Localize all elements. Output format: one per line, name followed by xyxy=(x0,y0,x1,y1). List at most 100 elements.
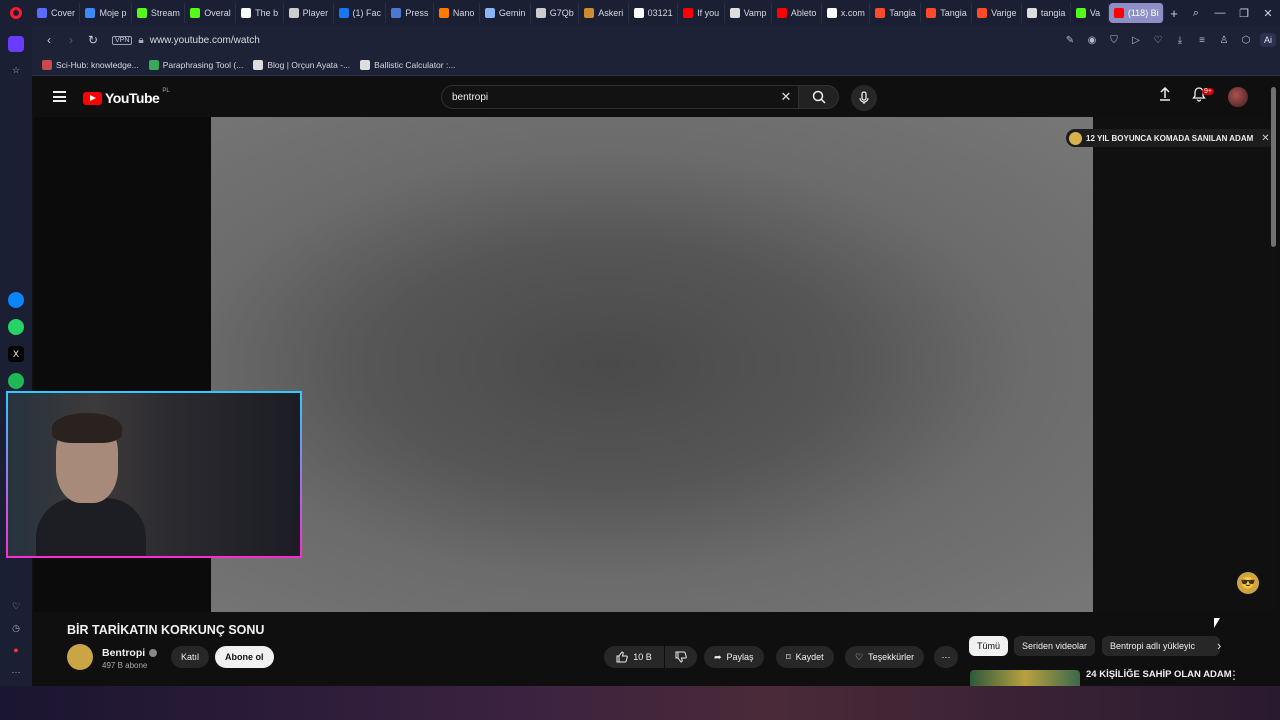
channel-avatar[interactable] xyxy=(67,644,93,670)
channel-name[interactable]: Bentropi xyxy=(102,647,158,659)
upload-icon[interactable] xyxy=(1158,87,1172,101)
menu-icon[interactable]: ≡ xyxy=(1192,35,1212,46)
browser-tab[interactable]: Nano xyxy=(434,3,480,23)
recommendation-menu-icon[interactable]: ⋮ xyxy=(1228,668,1240,682)
forward-button[interactable]: › xyxy=(60,33,82,47)
url-field[interactable]: www.youtube.com/watch xyxy=(150,35,1060,46)
extension-icon[interactable]: ⬡ xyxy=(1236,35,1256,46)
more-actions-button[interactable]: ⋯ xyxy=(934,646,958,668)
share-button[interactable]: ➦ Paylaş xyxy=(704,646,764,668)
browser-tab[interactable]: Player xyxy=(284,3,334,23)
browser-tab[interactable]: tangia xyxy=(1022,3,1071,23)
join-button[interactable]: Katıl xyxy=(171,646,210,668)
browser-tab[interactable]: Gemin xyxy=(480,3,531,23)
favorites-heart-icon[interactable]: ♡ xyxy=(8,598,24,614)
browser-tab[interactable]: Va xyxy=(1071,3,1109,23)
messenger-icon[interactable] xyxy=(8,292,24,308)
subscribe-button[interactable]: Abone ol xyxy=(215,646,274,668)
browser-tab[interactable]: Tangia xyxy=(870,3,922,23)
browser-tab[interactable]: 03121 xyxy=(629,3,679,23)
opera-logo-icon[interactable] xyxy=(0,0,32,26)
voice-search-button[interactable] xyxy=(851,85,877,111)
thumbs-down-icon xyxy=(675,651,687,663)
whatsapp-icon[interactable] xyxy=(8,319,24,335)
video-player[interactable] xyxy=(211,117,1093,612)
dislike-button[interactable] xyxy=(665,646,697,668)
chip-all[interactable]: Tümü xyxy=(969,636,1009,656)
spotify-icon[interactable] xyxy=(8,373,24,389)
clear-search-icon[interactable]: ✕ xyxy=(774,89,798,105)
download-icon[interactable]: ⤓ xyxy=(1170,35,1190,46)
heart-icon[interactable]: ♡ xyxy=(1148,35,1168,46)
bookmark-favicon-icon xyxy=(360,59,371,70)
search-button[interactable] xyxy=(799,85,839,109)
new-tab-button[interactable]: + xyxy=(1164,6,1184,21)
browser-tab[interactable]: If you xyxy=(678,3,725,23)
thanks-button[interactable]: ♡ Teşekkürler xyxy=(845,646,925,668)
recommendation-thumbnail[interactable] xyxy=(970,670,1080,686)
bookmark-item[interactable]: Blog | Orçun Ayata -... xyxy=(253,59,350,70)
record-icon[interactable]: ● xyxy=(8,642,24,658)
close-window-button[interactable]: ✕ xyxy=(1256,7,1280,20)
profile-icon[interactable]: ♙ xyxy=(1214,35,1234,46)
history-icon[interactable]: ◷ xyxy=(8,620,24,636)
microphone-icon xyxy=(859,91,869,104)
ai-button[interactable]: Ai xyxy=(1259,33,1276,47)
browser-tab[interactable]: Moje p xyxy=(80,3,132,23)
reload-button[interactable]: ↻ xyxy=(82,33,104,47)
promo-card[interactable]: 12 YIL BOYUNCA KOMADA SANILAN ADAM ✕ xyxy=(1066,129,1276,147)
search-tabs-icon[interactable]: ⌕ xyxy=(1184,7,1208,20)
bookmark-item[interactable]: Sci-Hub: knowledge... xyxy=(42,59,139,70)
like-button[interactable]: 10 B xyxy=(604,646,664,668)
youtube-logo[interactable]: YouTube PL xyxy=(83,88,170,106)
menu-hamburger-icon[interactable] xyxy=(53,91,66,102)
search-query[interactable]: bentropi xyxy=(452,92,774,103)
chevron-right-icon[interactable]: › xyxy=(1217,638,1221,653)
tab-label: (1) Fac xyxy=(352,8,382,18)
more-icon[interactable]: ⋯ xyxy=(8,664,24,680)
page-scrollbar[interactable] xyxy=(1271,87,1276,247)
browser-tab[interactable]: Varige xyxy=(972,3,1022,23)
youtube-page: YouTube PL bentropi ✕ 9+ 12 YIL BOYUNCA … xyxy=(34,77,1278,686)
browser-tab[interactable]: Vamp xyxy=(725,3,772,23)
save-button[interactable]: ⌑ Kaydet xyxy=(776,646,834,668)
browser-tab[interactable]: Cover xyxy=(32,3,81,23)
browser-tab[interactable]: (1) Fac xyxy=(334,3,387,23)
browser-tab[interactable]: Askeri xyxy=(579,3,629,23)
browser-tab[interactable]: Press xyxy=(386,3,434,23)
browser-tab[interactable]: G7Qb xyxy=(531,3,580,23)
channel-name-text[interactable]: Bentropi xyxy=(102,647,145,659)
tab-label: Press xyxy=(405,8,429,18)
close-promo-icon[interactable]: ✕ xyxy=(1261,133,1269,144)
browser-tab[interactable]: The b xyxy=(236,3,284,23)
account-avatar[interactable] xyxy=(1228,87,1248,107)
x-icon[interactable]: X xyxy=(8,346,24,362)
minimize-button[interactable]: — xyxy=(1208,7,1232,19)
browser-tab[interactable]: Tangia xyxy=(921,3,973,23)
bookmark-item[interactable]: Paraphrasing Tool (... xyxy=(148,59,243,70)
vpn-badge[interactable]: VPN xyxy=(112,35,133,45)
browser-tab[interactable]: Ableto xyxy=(772,3,822,23)
home-icon[interactable] xyxy=(8,36,24,52)
back-button[interactable]: ‹ xyxy=(38,33,60,47)
lock-icon[interactable]: 🔒︎ xyxy=(138,35,143,46)
tab-favicon-icon xyxy=(535,8,546,18)
chip-series[interactable]: Seriden videolar xyxy=(1014,636,1096,656)
shield-icon[interactable]: ⛉ xyxy=(1104,35,1124,46)
maximize-button[interactable]: ❐ xyxy=(1232,7,1256,20)
browser-tab[interactable]: Overal xyxy=(185,3,237,23)
channel-watermark-icon[interactable]: 😎 xyxy=(1237,572,1259,594)
browser-tab[interactable]: x.com xyxy=(822,3,871,23)
browser-tab[interactable]: (118) Bi xyxy=(1108,3,1164,23)
bookmark-favicon-icon xyxy=(42,59,52,70)
star-icon[interactable]: ☆ xyxy=(8,62,24,78)
browser-tab[interactable]: Stream xyxy=(132,3,186,23)
bookmark-item[interactable]: Ballistic Calculator :... xyxy=(360,59,455,70)
edit-icon[interactable]: ✎ xyxy=(1060,35,1080,46)
chip-uploader[interactable]: Bentropi adlı yükleyic xyxy=(1102,636,1220,656)
recommendation-title[interactable]: 24 KİŞİLİĞE SAHİP OLAN ADAM xyxy=(1086,669,1232,680)
tab-label: Gemin xyxy=(498,8,526,18)
search-input[interactable]: bentropi ✕ xyxy=(441,85,799,109)
camera-icon[interactable]: ◉ xyxy=(1082,35,1102,46)
player-icon[interactable]: ▷ xyxy=(1126,35,1146,46)
